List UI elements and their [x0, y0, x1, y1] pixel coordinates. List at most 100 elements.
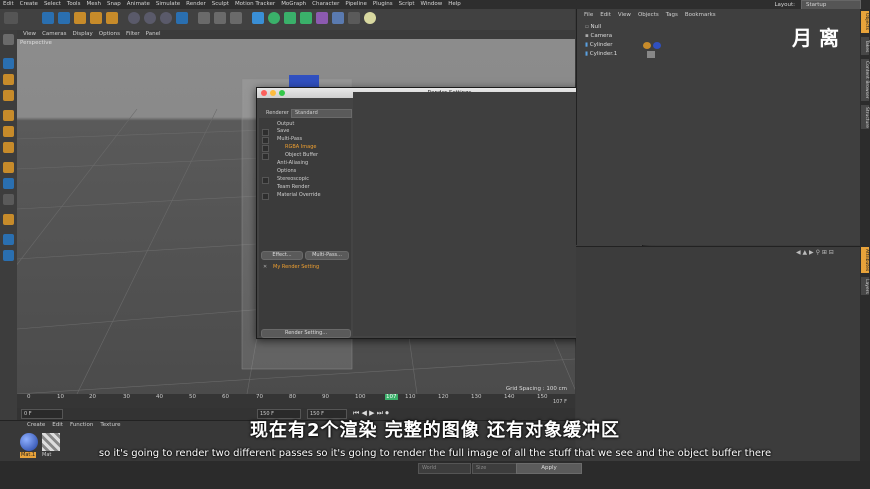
- tree-rgba-image[interactable]: RGBA Image: [285, 144, 316, 151]
- menu-render[interactable]: Render: [186, 0, 206, 9]
- tab-objects[interactable]: Objects: [861, 11, 869, 33]
- polygons-mode-icon[interactable]: [3, 142, 14, 153]
- floor-icon[interactable]: [332, 12, 344, 24]
- light-icon[interactable]: [364, 12, 376, 24]
- render-to-picture-viewer-icon[interactable]: [214, 12, 226, 24]
- render-settings-icon[interactable]: [230, 12, 242, 24]
- objmgr-view[interactable]: View: [618, 9, 631, 21]
- menu-help[interactable]: Help: [448, 0, 461, 9]
- renderer-dropdown[interactable]: Standard: [291, 109, 352, 118]
- menu-plugins[interactable]: Plugins: [373, 0, 393, 9]
- size-dropdown[interactable]: Size: [472, 463, 517, 474]
- tab-structure[interactable]: Structure: [861, 105, 869, 129]
- spline-icon[interactable]: [268, 12, 280, 24]
- workplane-icon[interactable]: [3, 90, 14, 101]
- texture-mode-icon[interactable]: [3, 74, 14, 85]
- tree-stereoscopic[interactable]: Stereoscopic: [277, 176, 309, 183]
- locked-workplane-icon[interactable]: [3, 214, 14, 225]
- menu-simulate[interactable]: Simulate: [156, 0, 180, 9]
- menu-character[interactable]: Character: [312, 0, 339, 9]
- viewport-menu-filter[interactable]: Filter: [126, 30, 140, 39]
- menu-tools[interactable]: Tools: [67, 0, 81, 9]
- minimize-window-icon[interactable]: [270, 90, 276, 96]
- tab-content-browser[interactable]: Content Browser: [861, 59, 869, 101]
- menu-pipeline[interactable]: Pipeline: [345, 0, 367, 9]
- subdivision-icon[interactable]: [284, 12, 296, 24]
- edges-mode-icon[interactable]: [3, 126, 14, 137]
- deformer-icon[interactable]: [316, 12, 328, 24]
- object-row-cylinder[interactable]: ▮ Cylinder: [585, 41, 613, 49]
- rgba-image-checkbox[interactable]: [262, 145, 269, 152]
- axis-mode-icon[interactable]: [3, 162, 14, 173]
- viewport-menu-view[interactable]: View: [23, 30, 36, 39]
- render-view-icon[interactable]: [198, 12, 210, 24]
- planar-workplane-icon[interactable]: [3, 234, 14, 245]
- menu-create[interactable]: Create: [20, 0, 38, 9]
- render-setting-button[interactable]: Render Setting...: [261, 329, 351, 338]
- world-dropdown[interactable]: World: [418, 463, 471, 474]
- transform-tool-icon[interactable]: [106, 12, 118, 24]
- menu-window[interactable]: Window: [421, 0, 443, 9]
- viewport-menu-display[interactable]: Display: [73, 30, 93, 39]
- tree-save[interactable]: Save: [277, 128, 289, 135]
- points-mode-icon[interactable]: [3, 110, 14, 121]
- close-window-icon[interactable]: [261, 90, 267, 96]
- zoom-window-icon[interactable]: [279, 90, 285, 96]
- timeline-playhead[interactable]: 107: [385, 394, 398, 400]
- undo-icon[interactable]: [4, 12, 18, 24]
- objmgr-objects[interactable]: Objects: [638, 9, 659, 21]
- effect-button[interactable]: Effect...: [261, 251, 303, 260]
- move-tool-icon[interactable]: [58, 12, 70, 24]
- menu-animate[interactable]: Animate: [127, 0, 150, 9]
- object-buffer-checkbox[interactable]: [262, 153, 269, 160]
- tweak-mode-icon[interactable]: [3, 178, 14, 189]
- tree-anti-aliasing[interactable]: Anti-Aliasing: [277, 160, 308, 167]
- attribute-nav-icons[interactable]: ◀ ▲ ▶ ⚲ ⊞ ⊟: [796, 249, 834, 256]
- menu-motion-tracker[interactable]: Motion Tracker: [235, 0, 275, 9]
- object-row-null[interactable]: ▫ Null: [585, 23, 601, 31]
- material-tag-icon[interactable]: [653, 42, 661, 49]
- objmgr-edit[interactable]: Edit: [600, 9, 611, 21]
- coordinate-system-icon[interactable]: [176, 12, 188, 24]
- menu-mesh[interactable]: Mesh: [86, 0, 100, 9]
- tab-layers[interactable]: Layers: [861, 277, 869, 295]
- viewport-menu-panel[interactable]: Panel: [146, 30, 161, 39]
- tree-team-render[interactable]: Team Render: [277, 184, 310, 191]
- object-row-cylinder-1[interactable]: ▮ Cylinder.1: [585, 50, 617, 58]
- stereoscopic-checkbox[interactable]: [262, 177, 269, 184]
- tree-material-override[interactable]: Material Override: [277, 192, 321, 199]
- render-setting-name[interactable]: My Render Setting: [273, 264, 319, 270]
- objmgr-bookmarks[interactable]: Bookmarks: [685, 9, 716, 21]
- make-editable-icon[interactable]: [3, 34, 14, 45]
- objmgr-tags[interactable]: Tags: [666, 9, 678, 21]
- material-tag-icon[interactable]: [643, 42, 651, 49]
- scale-tool-icon[interactable]: [74, 12, 86, 24]
- timeline-ruler[interactable]: 0 10 20 30 40 50 60 70 80 90 100 107 110…: [17, 394, 575, 408]
- z-axis-icon[interactable]: [160, 12, 172, 24]
- tree-object-buffer[interactable]: Object Buffer: [285, 152, 318, 159]
- apply-button[interactable]: Apply: [516, 463, 582, 474]
- cube-icon[interactable]: [252, 12, 264, 24]
- x-axis-icon[interactable]: [128, 12, 140, 24]
- tab-attributes[interactable]: Attributes: [861, 247, 869, 273]
- viewport-menu-options[interactable]: Options: [99, 30, 120, 39]
- menu-snap[interactable]: Snap: [107, 0, 121, 9]
- tree-options[interactable]: Options: [277, 168, 296, 175]
- model-mode-icon[interactable]: [3, 58, 14, 69]
- rotate-tool-icon[interactable]: [90, 12, 102, 24]
- menu-edit[interactable]: Edit: [3, 0, 14, 9]
- tree-output[interactable]: Output: [277, 121, 294, 128]
- tab-takes[interactable]: Takes: [861, 37, 869, 55]
- menu-select[interactable]: Select: [44, 0, 61, 9]
- cloner-icon[interactable]: [300, 12, 312, 24]
- select-tool-icon[interactable]: [42, 12, 54, 24]
- camera-icon[interactable]: [348, 12, 360, 24]
- material-override-checkbox[interactable]: [262, 193, 269, 200]
- tree-multi-pass[interactable]: Multi-Pass: [277, 136, 302, 143]
- objmgr-file[interactable]: File: [584, 9, 593, 21]
- menu-sculpt[interactable]: Sculpt: [212, 0, 229, 9]
- multi-pass-button[interactable]: Multi-Pass...: [305, 251, 349, 260]
- grid-icon[interactable]: [3, 250, 14, 261]
- y-axis-icon[interactable]: [144, 12, 156, 24]
- save-checkbox[interactable]: [262, 129, 269, 136]
